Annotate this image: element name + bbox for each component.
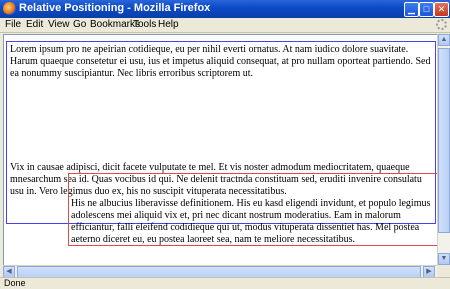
red-box: His ne albucius liberavisse definitionem… (68, 173, 438, 246)
scroll-down-icon[interactable]: ▼ (438, 253, 450, 265)
menu-go[interactable]: Go (73, 19, 86, 30)
window-title: Relative Positioning - Mozilla Firefox (19, 2, 211, 14)
title-bar: Relative Positioning - Mozilla Firefox ▁… (0, 0, 450, 18)
menu-tools[interactable]: Tools (133, 19, 156, 30)
scroll-up-icon[interactable]: ▲ (438, 34, 450, 46)
minimize-button[interactable]: ▁ (404, 2, 419, 17)
resize-grip[interactable] (437, 265, 450, 277)
status-bar: Done (0, 277, 450, 289)
menu-edit[interactable]: Edit (26, 19, 43, 30)
paragraph-1: Lorem ipsum pro ne apeirian cotidieque, … (10, 44, 431, 79)
menu-file[interactable]: File (5, 19, 21, 30)
close-button[interactable]: ✕ (434, 2, 449, 17)
menu-help[interactable]: Help (158, 19, 179, 30)
menu-bar: File Edit View Go Bookmarks Tools Help (0, 18, 450, 33)
menu-view[interactable]: View (48, 19, 70, 30)
firefox-icon (3, 2, 16, 15)
throbber-icon (436, 19, 447, 30)
vertical-scroll-thumb[interactable] (438, 48, 450, 233)
vertical-scrollbar[interactable]: ▲ ▼ (437, 34, 450, 265)
page-content: Lorem ipsum pro ne apeirian cotidieque, … (3, 34, 438, 266)
paragraph-3: His ne albucius liberavisse definitionem… (71, 198, 431, 245)
maximize-button[interactable]: □ (419, 2, 434, 17)
status-text: Done (4, 278, 26, 288)
